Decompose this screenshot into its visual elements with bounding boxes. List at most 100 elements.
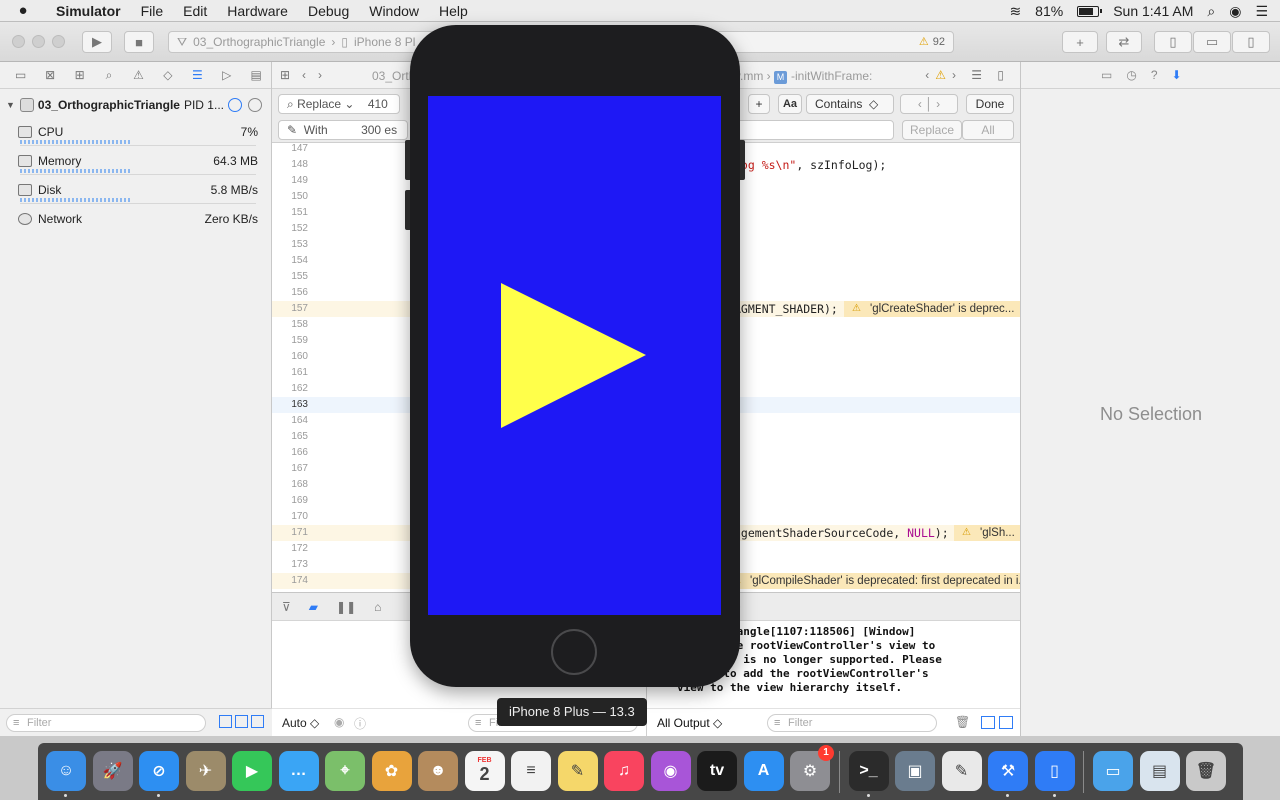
match-case-button[interactable]: Aa [778,94,802,114]
menu-edit[interactable]: Edit [173,3,217,19]
line-number[interactable]: 167 [272,463,308,474]
trash-icon[interactable]: 🗑 [955,715,970,729]
history-inspector-icon[interactable]: ◷ [1126,68,1136,82]
find-prev-next-buttons[interactable]: ‹ │ › [900,94,958,114]
line-number[interactable]: 153 [272,239,308,250]
warning-annotation[interactable]: 'glCompileShader' is deprecated: first d… [724,573,1020,589]
breakpoint-navigator-icon[interactable]: ▷ [212,68,241,82]
warning-annotation[interactable]: 'glCreateShader' is deprec... [844,301,1020,317]
jump-bar-file-method[interactable]: w.mm › M -initWithFrame: [732,69,872,84]
toggle-navigator-button[interactable]: ▯ [1154,31,1192,53]
line-number[interactable]: 150 [272,191,308,202]
line-number[interactable]: 170 [272,511,308,522]
menu-help[interactable]: Help [429,3,478,19]
dock-textedit-icon[interactable]: ✎ [941,751,982,791]
destination-name[interactable]: iPhone 8 Pl [354,35,415,49]
related-items-and-history-icons[interactable]: ⊞‹› [280,68,334,82]
auto-variables-selector[interactable]: Auto ◇ [282,716,319,730]
dock-folder-icon[interactable]: ▤ [1139,751,1180,791]
dock-safari-icon[interactable]: ⊘ [139,751,179,791]
dock-downloads-icon[interactable]: ▭ [1093,751,1133,791]
file-inspector-icon[interactable]: ▭ [1101,68,1112,82]
dock-photos-icon[interactable]: ✿ [371,751,412,791]
dock-messages-icon[interactable]: … [278,751,319,791]
code-review-button[interactable]: ⇄ [1106,31,1142,53]
menu-window[interactable]: Window [359,3,429,19]
dock-finder-icon[interactable]: ☺ [46,751,86,791]
line-number[interactable]: 163 [272,399,308,410]
test-navigator-icon[interactable]: ◇ [153,68,182,82]
power-button[interactable] [740,140,745,180]
output-selector[interactable]: All Output ◇ [657,716,722,730]
dock-trash-icon[interactable]: 🗑 [1186,751,1226,791]
line-number[interactable]: 159 [272,335,308,346]
toggle-inspector-button[interactable]: ▯ [1232,31,1270,53]
info-icon[interactable]: ⓘ [354,715,366,732]
replace-button[interactable]: Replace [902,120,962,140]
dock-tv-icon[interactable]: tv [697,751,737,791]
line-number[interactable]: 169 [272,495,308,506]
line-number[interactable]: 168 [272,479,308,490]
volume-up-button[interactable] [405,190,410,230]
line-number[interactable]: 162 [272,383,308,394]
dock-terminal-icon[interactable]: >_ [848,751,889,791]
dock-simulator-icon[interactable]: ▯ [1034,751,1075,791]
toggle-debug-area-button[interactable]: ▭ [1193,31,1231,53]
dock-facetime-icon[interactable]: ▶ [232,751,272,791]
replace-text-input[interactable] [724,120,894,140]
line-number[interactable]: 174 [272,575,308,586]
disclosure-triangle-icon[interactable]: ▼ [6,100,15,110]
line-number[interactable]: 171 [272,527,308,538]
menu-hardware[interactable]: Hardware [217,3,298,19]
jump-bar-project[interactable]: 03_Orth [372,69,415,83]
source-control-navigator-icon[interactable]: ⊠ [35,68,64,82]
line-number[interactable]: 166 [272,447,308,458]
wifi-icon[interactable]: ≋ [1009,3,1021,20]
run-button[interactable]: ▶ [82,31,112,53]
line-number[interactable]: 165 [272,431,308,442]
pause-icon[interactable]: ❚❚ [336,600,356,614]
symbol-navigator-icon[interactable]: ⊞ [65,68,94,82]
dock-contacts-icon[interactable]: ☻ [418,751,458,791]
simulator-screen[interactable] [428,96,721,615]
line-number[interactable]: 147 [272,143,308,154]
gauge-cpu[interactable]: CPU 7% [18,122,258,148]
menu-app-name[interactable]: Simulator [46,3,131,19]
line-number[interactable]: 148 [272,159,308,170]
filter-option-icon[interactable] [235,715,248,728]
split-left-icon[interactable] [981,716,995,729]
dock-reminders-icon[interactable]: ≡ [511,751,551,791]
apple-menu-icon[interactable]: ● [0,2,46,19]
window-minimize-button[interactable] [32,35,45,48]
dock-preview-icon[interactable]: ✈ [185,751,226,791]
line-number[interactable]: 152 [272,223,308,234]
project-navigator-icon[interactable]: ▭ [6,68,35,82]
gauge-toggle-icon[interactable] [228,98,242,112]
spotlight-search-icon[interactable]: ⌕ [1207,3,1215,20]
quick-look-icon[interactable]: ◉ [334,715,344,729]
quick-help-icon[interactable]: ? [1151,68,1158,82]
line-number[interactable]: 156 [272,287,308,298]
line-number[interactable]: 173 [272,559,308,570]
hide-debug-area-icon[interactable]: ⊽ [282,600,291,614]
line-number[interactable]: 158 [272,319,308,330]
window-close-button[interactable] [12,35,25,48]
line-number[interactable]: 157 [272,303,308,314]
library-button[interactable]: + [1062,31,1098,53]
filter-option-icon[interactable] [251,715,264,728]
dock-podcasts-icon[interactable]: ◉ [650,751,691,791]
warning-annotation[interactable]: 'glSh... [954,525,1020,541]
console-filter-input[interactable]: Filter [767,714,937,732]
gauge-disk[interactable]: Disk 5.8 MB/s [18,180,258,206]
dock-screenshot-icon[interactable]: ▣ [895,751,935,791]
window-zoom-button[interactable] [52,35,65,48]
battery-icon[interactable] [1077,5,1103,17]
line-number[interactable]: 160 [272,351,308,362]
issue-navigator-icon[interactable]: ⚠ [124,68,153,82]
dock-notes-icon[interactable]: ✎ [557,751,598,791]
split-right-icon[interactable] [999,716,1013,729]
warning-counter[interactable]: ⚠ 92 [919,35,945,48]
dock-launchpad-icon[interactable]: 🚀 [92,751,133,791]
pause-state-icon[interactable] [248,98,262,112]
step-over-icon[interactable]: ⌂ [374,600,381,614]
